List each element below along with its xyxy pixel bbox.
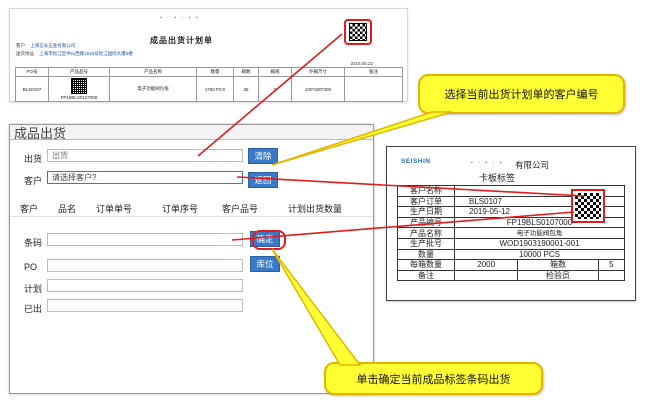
- callout-top-tail: [271, 111, 453, 166]
- pointer-line-plan-qr: [197, 33, 343, 157]
- pointer-line-label-qr: [231, 211, 575, 241]
- pointer-line-label-customer: [236, 176, 585, 197]
- annotation-overlay: [197, 33, 585, 366]
- callout-bottom-tail: [271, 248, 362, 366]
